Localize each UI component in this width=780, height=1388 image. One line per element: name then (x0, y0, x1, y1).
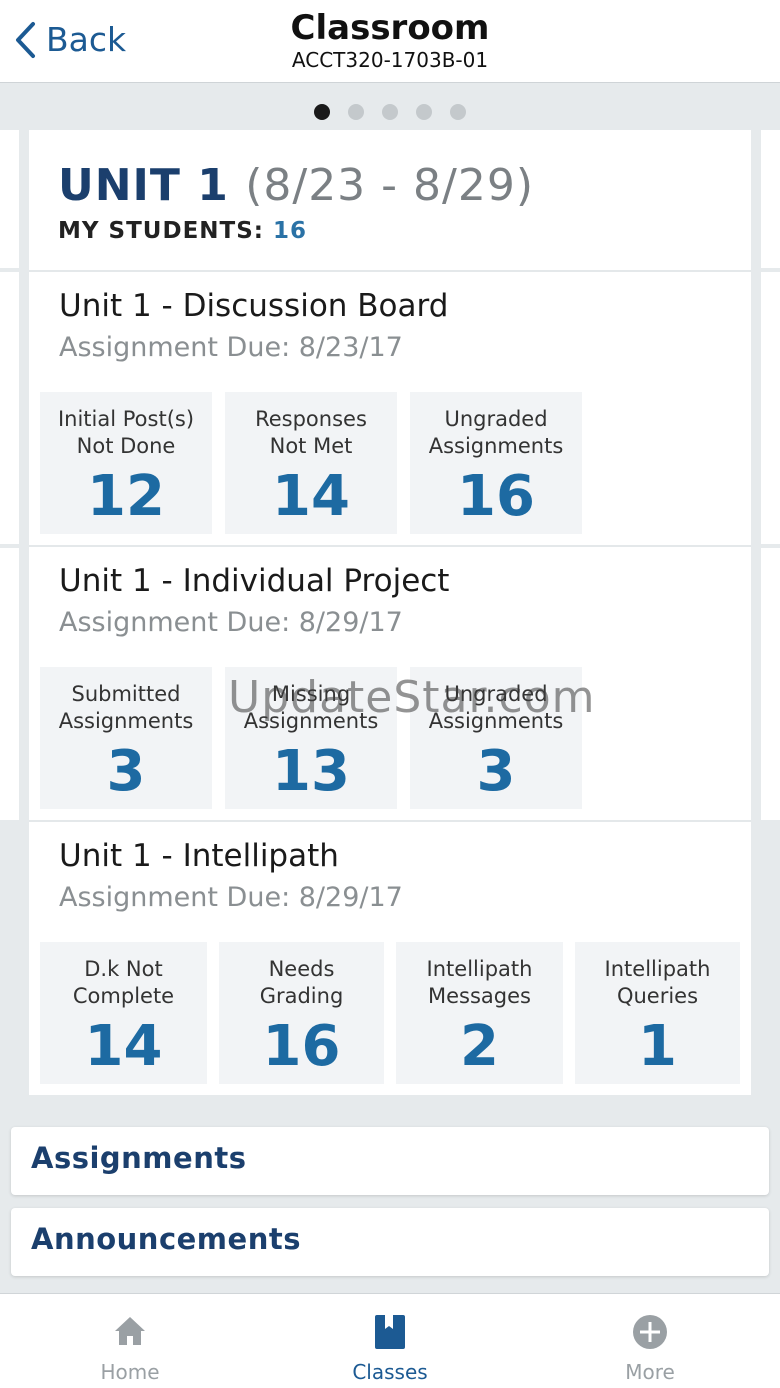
prev-card-edge[interactable] (0, 130, 19, 268)
tile-label: Intellipath Messages (426, 957, 533, 1008)
stat-tile[interactable]: Needs Grading 16 (219, 942, 384, 1084)
stat-tile[interactable]: Initial Post(s) Not Done 12 (40, 392, 212, 534)
tab-home[interactable]: Home (0, 1294, 260, 1388)
page-dot[interactable] (348, 104, 364, 120)
tile-value: 16 (457, 464, 535, 529)
student-count: MY STUDENTS: 16 (58, 218, 307, 244)
stat-tile[interactable]: Responses Not Met 14 (225, 392, 397, 534)
unit-header: UNIT 1 (8/23 - 8/29) MY STUDENTS: 16 (29, 130, 751, 272)
tile-value: 16 (262, 1014, 341, 1079)
course-code: ACCT320-1703B-01 (291, 48, 489, 72)
section-title: Unit 1 - Individual Project (59, 563, 450, 599)
tile-label: Needs Grading (259, 957, 344, 1008)
tile-value: 1 (638, 1014, 677, 1079)
announcements-label: Announcements (31, 1222, 301, 1256)
page-dot[interactable] (314, 104, 330, 120)
tab-bar: Home Classes More (0, 1293, 780, 1388)
tile-value: 12 (87, 464, 165, 529)
watermark: UpdateStar.com (228, 672, 596, 723)
tab-home-label: Home (100, 1360, 160, 1384)
book-icon (375, 1315, 405, 1349)
prev-card-edge[interactable] (0, 272, 19, 544)
unit-name: UNIT 1 (58, 160, 229, 211)
page-title: Classroom (290, 8, 490, 48)
plus-circle-icon (633, 1315, 667, 1349)
stat-tile[interactable]: Ungraded Assignments 16 (410, 392, 582, 534)
stat-tile[interactable]: Intellipath Messages 2 (396, 942, 563, 1084)
tile-label: D.k Not Complete (72, 957, 175, 1008)
tile-label: Initial Post(s) Not Done (57, 407, 195, 458)
section-due-date: Assignment Due: 8/29/17 (59, 607, 403, 638)
stat-tile[interactable]: Intellipath Queries 1 (575, 942, 740, 1084)
next-card-edge[interactable] (761, 272, 780, 544)
tab-more-label: More (625, 1360, 675, 1384)
page-dot[interactable] (450, 104, 466, 120)
assignment-section[interactable]: Unit 1 - Intellipath Assignment Due: 8/2… (29, 822, 751, 1095)
tile-label: Submitted Assignments (58, 682, 194, 733)
tile-value: 3 (476, 739, 516, 804)
next-card-edge[interactable] (761, 130, 780, 268)
tile-value: 14 (84, 1014, 163, 1079)
top-bar: Back Classroom ACCT320-1703B-01 (0, 0, 780, 83)
next-card-edge[interactable] (761, 548, 780, 820)
prev-card-edge[interactable] (0, 548, 19, 820)
tile-label: Intellipath Queries (604, 957, 711, 1008)
announcements-link[interactable]: Announcements (11, 1208, 769, 1276)
assignments-link[interactable]: Assignments (11, 1127, 769, 1195)
unit-card: UNIT 1 (8/23 - 8/29) MY STUDENTS: 16 Uni… (29, 130, 751, 1095)
tile-value: 14 (272, 464, 350, 529)
tile-value: 3 (106, 739, 146, 804)
page-dot[interactable] (416, 104, 432, 120)
unit-dates: (8/23 - 8/29) (245, 160, 534, 211)
section-due-date: Assignment Due: 8/23/17 (59, 332, 403, 363)
tab-classes[interactable]: Classes (260, 1294, 520, 1388)
tile-label: Responses Not Met (255, 407, 367, 458)
tile-value: 13 (272, 739, 350, 804)
tile-value: 2 (460, 1014, 499, 1079)
home-icon (115, 1317, 145, 1345)
section-title: Unit 1 - Intellipath (59, 838, 339, 874)
unit-title: UNIT 1 (8/23 - 8/29) (58, 160, 534, 211)
students-label: MY STUDENTS: (58, 218, 264, 244)
page-indicator (0, 104, 780, 120)
assignment-section[interactable]: Unit 1 - Discussion Board Assignment Due… (29, 272, 751, 547)
stat-tile[interactable]: Submitted Assignments 3 (40, 667, 212, 809)
tile-label: Ungraded Assignments (428, 407, 564, 458)
assignments-label: Assignments (31, 1141, 247, 1175)
tab-more[interactable]: More (520, 1294, 780, 1388)
section-due-date: Assignment Due: 8/29/17 (59, 882, 403, 913)
stat-tile[interactable]: D.k Not Complete 14 (40, 942, 207, 1084)
tab-classes-label: Classes (352, 1360, 428, 1384)
students-number: 16 (273, 218, 308, 244)
section-title: Unit 1 - Discussion Board (59, 288, 449, 324)
page-dot[interactable] (382, 104, 398, 120)
